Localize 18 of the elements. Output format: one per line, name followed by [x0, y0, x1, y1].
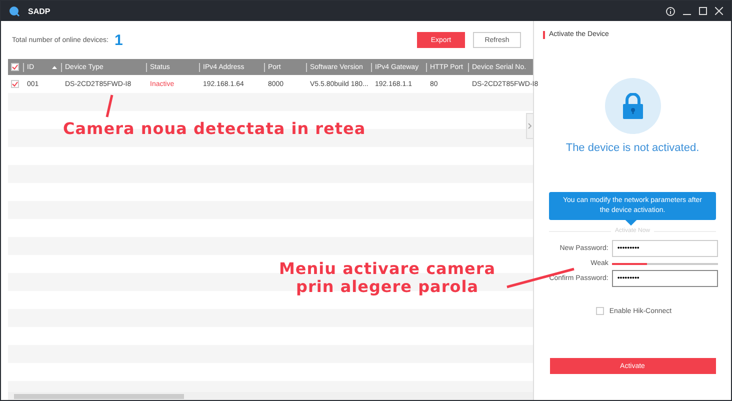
collapse-handle[interactable]: [526, 113, 534, 139]
info-icon[interactable]: [666, 6, 675, 16]
row-checkbox[interactable]: [11, 80, 19, 88]
app-logo-icon: [9, 6, 20, 16]
annotation-text: Camera noua detectata in retea: [63, 120, 366, 138]
select-all-checkbox[interactable]: [11, 63, 19, 71]
close-icon[interactable]: [715, 7, 723, 15]
leader-line: [104, 94, 114, 118]
window-title: SADP: [28, 6, 52, 16]
leader-line: [506, 267, 576, 289]
checkbox[interactable]: [596, 307, 604, 315]
lock-icon: [622, 93, 644, 119]
maximize-icon[interactable]: [699, 7, 707, 15]
sort-icon: [52, 66, 57, 68]
activation-status: The device is not activated.: [566, 142, 700, 154]
online-devices-count: 1: [114, 32, 124, 48]
annotation-text: Meniu activare camera prin alegere parola: [279, 260, 496, 297]
horizontal-scrollbar[interactable]: [8, 392, 533, 400]
